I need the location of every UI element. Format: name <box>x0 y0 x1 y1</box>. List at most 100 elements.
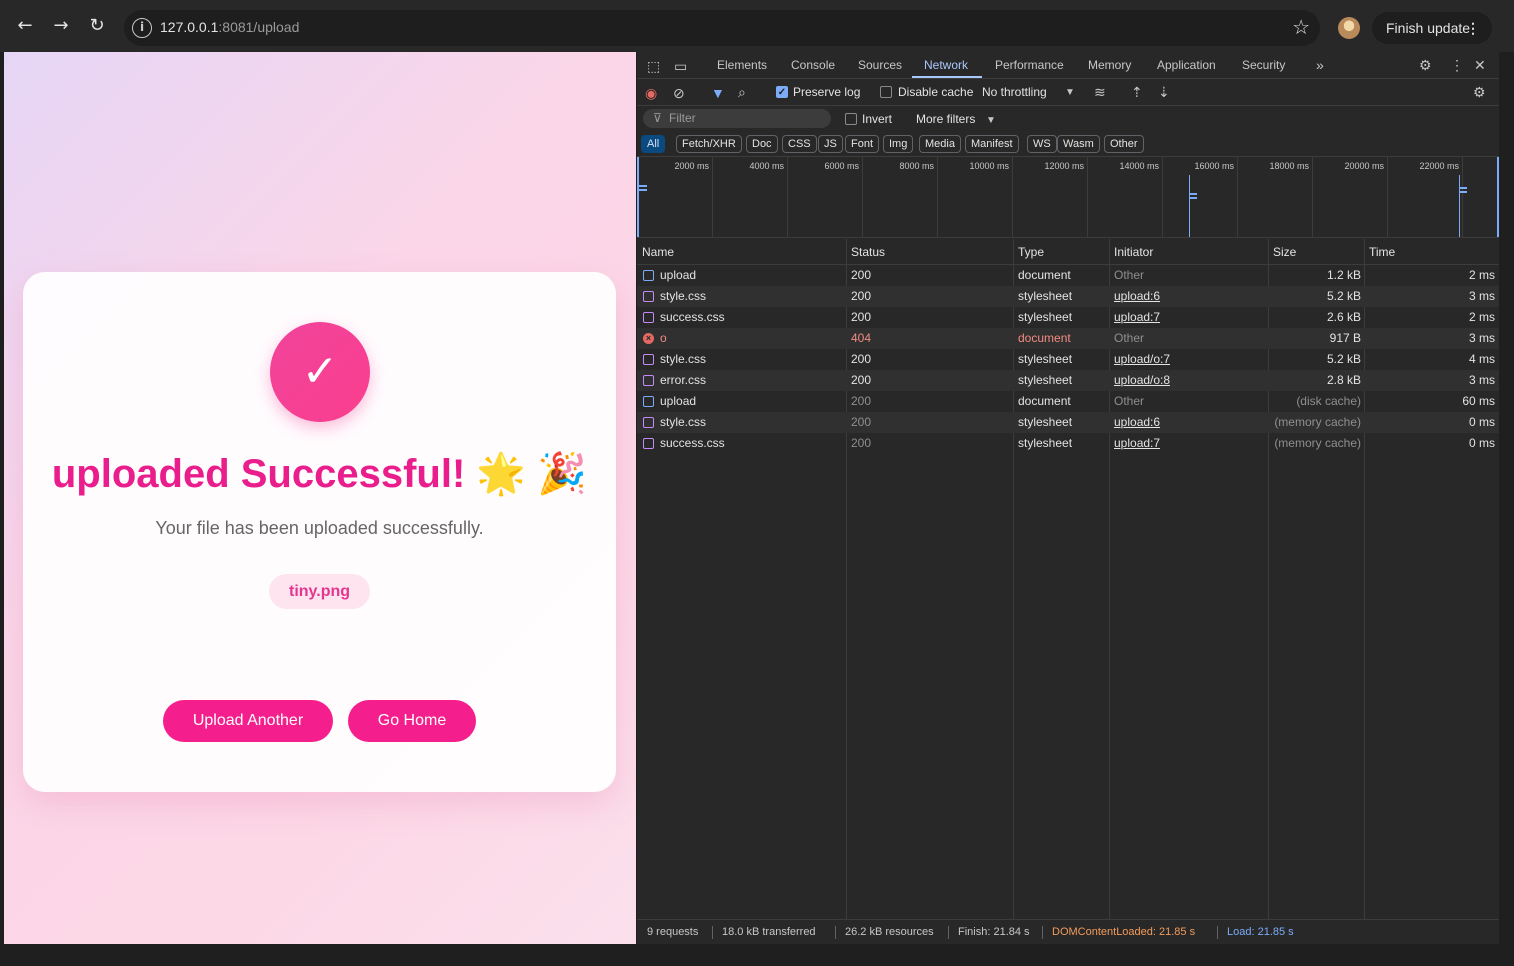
settings-gear-icon[interactable]: ⚙ <box>1419 57 1432 73</box>
stylesheet-icon <box>643 417 654 428</box>
table-row[interactable]: style.css 200 stylesheet upload:6 (memory ca… <box>637 412 1499 433</box>
cell-initiator[interactable]: upload:6 <box>1114 412 1160 433</box>
cell-size: 5.2 kB <box>1326 289 1361 303</box>
cell-name: success.css <box>660 436 725 450</box>
more-filters-chevron-down-icon[interactable]: ▼ <box>986 113 996 129</box>
cell-time: 3 ms <box>1468 289 1495 303</box>
network-overview-timeline[interactable]: 2000 ms 4000 ms 6000 ms 8000 ms 10000 ms 1200… <box>637 156 1499 238</box>
cell-status: 404 <box>851 331 872 345</box>
table-row[interactable]: success.css 200 stylesheet upload:7 2.6 kB 2 … <box>637 307 1499 328</box>
go-home-button[interactable]: Go Home <box>348 700 476 742</box>
resource-type-filters: All Fetch/XHR Doc CSS JS Font Img Media … <box>637 132 1499 156</box>
devtools-menu-icon[interactable]: ⋮ <box>1450 57 1464 73</box>
success-card: ✓ uploaded Successful! 🌟 🎉 Your file has… <box>23 272 616 792</box>
tab-security[interactable]: Security <box>1242 52 1285 78</box>
network-conditions-wifi-icon[interactable]: ≋ <box>1094 84 1106 100</box>
timeline-gridline <box>1387 157 1388 237</box>
finish-update-button[interactable]: Finish update ⋮ <box>1372 12 1492 44</box>
tab-performance[interactable]: Performance <box>995 52 1064 78</box>
table-row[interactable]: style.css 200 stylesheet upload:6 5.2 kB 3 ms <box>637 286 1499 307</box>
filter-funnel-icon: ⊽ <box>653 111 662 125</box>
more-filters-dropdown[interactable]: More filters <box>916 112 975 126</box>
preserve-log-checkbox[interactable]: ✓ <box>776 86 788 98</box>
filter-funnel-icon[interactable]: ▼ <box>711 85 725 101</box>
table-row[interactable]: error.css 200 stylesheet upload/o:8 2.8 kB 3 … <box>637 370 1499 391</box>
inspect-element-icon[interactable]: ⬚ <box>647 58 660 74</box>
disable-cache-checkbox[interactable] <box>880 86 892 98</box>
type-filter-fetch-xhr[interactable]: Fetch/XHR <box>676 135 742 153</box>
url-text[interactable]: 127.0.0.1:8081/upload <box>160 19 299 35</box>
column-header-time[interactable]: Time <box>1369 245 1395 259</box>
cell-initiator[interactable]: upload:7 <box>1114 433 1160 454</box>
profile-avatar[interactable] <box>1338 17 1360 39</box>
column-header-status[interactable]: Status <box>851 245 885 259</box>
cell-initiator[interactable]: upload/o:8 <box>1114 370 1170 391</box>
column-header-name[interactable]: Name <box>642 245 674 259</box>
bookmark-star-icon[interactable]: ☆ <box>1292 15 1310 39</box>
cell-name: style.css <box>660 289 707 303</box>
cell-type: document <box>1018 394 1071 408</box>
cell-initiator[interactable]: upload:6 <box>1114 286 1160 307</box>
cell-name: style.css <box>660 352 707 366</box>
import-har-upload-icon[interactable]: ⇡ <box>1131 84 1143 100</box>
cell-size: 1.2 kB <box>1326 268 1361 282</box>
type-filter-css[interactable]: CSS <box>782 135 817 153</box>
clear-icon[interactable]: ⊘ <box>673 85 685 101</box>
type-filter-js[interactable]: JS <box>818 135 843 153</box>
tab-sources[interactable]: Sources <box>858 52 902 78</box>
column-header-size[interactable]: Size <box>1273 245 1296 259</box>
cell-type: stylesheet <box>1018 352 1073 366</box>
table-row[interactable]: upload 200 document Other 1.2 kB 2 ms <box>637 265 1499 286</box>
upload-another-button[interactable]: Upload Another <box>163 700 333 742</box>
type-filter-ws[interactable]: WS <box>1027 135 1057 153</box>
tab-memory[interactable]: Memory <box>1088 52 1131 78</box>
table-row[interactable]: style.css 200 stylesheet upload/o:7 5.2 kB 4 … <box>637 349 1499 370</box>
cell-size: 917 B <box>1329 331 1361 345</box>
record-stop-icon[interactable]: ◉ <box>645 85 657 101</box>
timeline-selection-handle-left[interactable] <box>637 157 639 237</box>
type-filter-all[interactable]: All <box>641 135 666 153</box>
column-header-type[interactable]: Type <box>1018 245 1044 259</box>
export-har-download-icon[interactable]: ⇣ <box>1158 84 1170 100</box>
type-filter-font[interactable]: Font <box>845 135 880 153</box>
throttling-select[interactable]: No throttling <box>982 85 1047 99</box>
type-filter-manifest[interactable]: Manifest <box>965 135 1019 153</box>
more-tabs-chevron-icon[interactable]: » <box>1316 57 1324 73</box>
table-row[interactable]: × o 404 document Other 917 B 3 ms <box>637 328 1499 349</box>
search-icon[interactable]: ⌕ <box>738 84 746 100</box>
type-filter-img[interactable]: Img <box>883 135 914 153</box>
timeline-request-mark <box>639 185 647 191</box>
cell-initiator[interactable]: upload/o:7 <box>1114 349 1170 370</box>
invert-checkbox[interactable] <box>845 113 857 125</box>
cell-time: 3 ms <box>1468 373 1495 387</box>
table-row[interactable]: upload 200 document Other (disk cache) 60 ms <box>637 391 1499 412</box>
device-toolbar-icon[interactable]: ▭ <box>674 58 687 74</box>
reload-icon[interactable]: ↻ <box>85 14 109 38</box>
resources-size: 26.2 kB resources <box>845 926 934 938</box>
type-filter-wasm[interactable]: Wasm <box>1057 135 1100 153</box>
type-filter-other[interactable]: Other <box>1104 135 1144 153</box>
type-filter-doc[interactable]: Doc <box>746 135 778 153</box>
throttling-chevron-down-icon[interactable]: ▼ <box>1065 85 1075 101</box>
divider <box>712 926 713 939</box>
tab-application[interactable]: Application <box>1157 52 1216 78</box>
cell-size: (memory cache) <box>1274 415 1361 429</box>
address-bar[interactable]: i 127.0.0.1:8081/upload ☆ <box>124 10 1320 46</box>
kebab-menu-icon[interactable]: ⋮ <box>1466 12 1480 44</box>
tab-elements[interactable]: Elements <box>717 52 767 78</box>
page-viewport: ✓ uploaded Successful! 🌟 🎉 Your file has… <box>4 52 636 944</box>
network-settings-gear-icon[interactable]: ⚙ <box>1473 84 1486 100</box>
tab-network[interactable]: Network <box>924 52 968 78</box>
back-arrow-icon[interactable]: ← <box>13 14 37 38</box>
timeline-selection-handle-right[interactable] <box>1497 157 1499 237</box>
column-header-initiator[interactable]: Initiator <box>1114 245 1153 259</box>
table-row[interactable]: success.css 200 stylesheet upload:7 (memory … <box>637 433 1499 454</box>
transferred-size: 18.0 kB transferred <box>722 926 816 938</box>
site-info-icon[interactable]: i <box>132 18 152 38</box>
filter-input[interactable]: ⊽ Filter <box>643 109 831 128</box>
type-filter-media[interactable]: Media <box>919 135 961 153</box>
tab-console[interactable]: Console <box>791 52 835 78</box>
close-icon[interactable]: ✕ <box>1474 57 1486 73</box>
forward-arrow-icon[interactable]: → <box>49 14 73 38</box>
cell-initiator[interactable]: upload:7 <box>1114 307 1160 328</box>
